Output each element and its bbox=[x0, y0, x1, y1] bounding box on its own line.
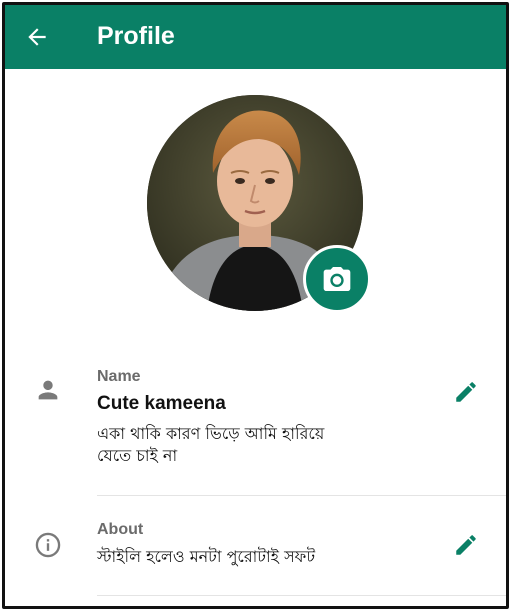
about-label: About bbox=[97, 521, 144, 538]
name-subtitle-line2: যেতে চাই না bbox=[97, 446, 178, 465]
name-value: Cute kameena bbox=[97, 393, 226, 414]
person-icon bbox=[33, 375, 63, 405]
about-value: স্টাইলি হলেও মনটা পুরোটাই সফট bbox=[97, 547, 316, 566]
name-label: Name bbox=[97, 368, 141, 385]
edit-about-button[interactable] bbox=[449, 528, 483, 562]
pencil-icon bbox=[456, 535, 476, 555]
profile-screen: Profile Name Cute kameena একা থাকি কারণ … bbox=[2, 2, 509, 609]
back-button[interactable] bbox=[19, 19, 55, 55]
change-photo-button[interactable] bbox=[303, 245, 371, 313]
name-subtitle-line1: একা থাকি কারণ ভিড়ে আমি হারিয়ে bbox=[97, 424, 325, 443]
avatar-container bbox=[147, 95, 371, 313]
app-bar: Profile bbox=[5, 5, 506, 69]
pencil-icon bbox=[456, 382, 476, 402]
arrow-left-icon bbox=[28, 28, 46, 46]
section-divider bbox=[97, 495, 506, 496]
camera-icon bbox=[323, 267, 351, 291]
info-icon bbox=[33, 530, 63, 560]
section-divider bbox=[97, 595, 506, 596]
page-title: Profile bbox=[97, 22, 175, 50]
edit-name-button[interactable] bbox=[449, 375, 483, 409]
